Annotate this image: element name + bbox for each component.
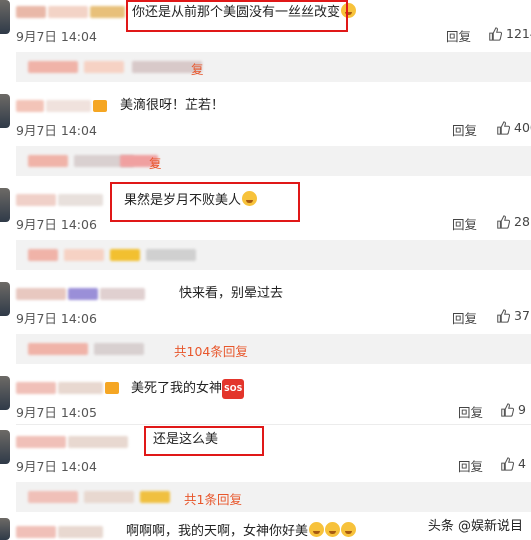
comment-text: 美死了我的女神 SOS — [131, 379, 245, 399]
highlight-box — [110, 182, 300, 222]
like-button[interactable]: 1214 — [488, 26, 531, 41]
like-count: 37 — [514, 308, 530, 323]
comment-text: 啊啊啊，我的天啊，女神你好美 — [126, 522, 357, 540]
like-count: 400 — [514, 120, 531, 135]
like-count: 4 — [518, 456, 526, 471]
reply-count-link[interactable]: 共1条回复 — [184, 489, 242, 508]
reply-button[interactable]: 回复 — [446, 26, 471, 45]
username-blurred[interactable] — [16, 434, 128, 450]
like-button[interactable]: 4 — [500, 456, 526, 471]
avatar[interactable] — [0, 376, 10, 410]
avatar[interactable] — [0, 0, 10, 34]
sub-replies[interactable] — [16, 240, 531, 270]
thumbs-up-icon — [489, 26, 502, 41]
sos-emoji-icon: SOS — [222, 379, 245, 399]
comment-item: 美死了我的女神 SOS 9月7日 14:05 回复 9 — [0, 376, 531, 424]
highlight-box — [144, 426, 264, 456]
like-count: 9 — [518, 402, 526, 417]
comment-item: 美滴很呀！芷若！ 9月7日 14:04 回复 400 — [0, 94, 531, 142]
comment-text: 快来看，别晕过去 — [179, 286, 284, 301]
comment-item: 快来看，别晕过去 9月7日 14:06 回复 37 — [0, 282, 531, 330]
reply-button[interactable]: 回复 — [458, 402, 483, 421]
divider — [16, 424, 531, 425]
laugh-emoji-icon — [325, 522, 341, 537]
like-count: 1214 — [506, 26, 531, 41]
thumbs-up-icon — [501, 402, 514, 417]
watermark: 头条 @娱新说目 — [427, 519, 523, 534]
comment-text: 美滴很呀！芷若！ — [120, 98, 225, 113]
username-blurred[interactable] — [16, 4, 125, 20]
comment-date: 9月7日 14:06 — [16, 217, 97, 232]
comment-feed: 你还是从前那个美圆没有一丝丝改变 9月7日 14:04 回复 1214 复 美滴… — [0, 0, 531, 540]
reply-button[interactable]: 回复 — [452, 308, 477, 327]
avatar[interactable] — [0, 188, 10, 222]
reply-button[interactable]: 回复 — [452, 214, 477, 233]
comment-date: 9月7日 14:05 — [16, 405, 97, 420]
reply-count-link[interactable]: 共104条回复 — [174, 341, 248, 360]
like-count: 28 — [514, 214, 530, 229]
like-button[interactable]: 37 — [496, 308, 530, 323]
comment-date: 9月7日 14:06 — [16, 311, 97, 326]
comment-item: 果然是岁月不败美人 9月7日 14:06 回复 28 — [0, 182, 531, 236]
comment-date: 9月7日 14:04 — [16, 459, 97, 474]
reply-count-link[interactable]: 复 — [191, 59, 204, 78]
avatar[interactable] — [0, 282, 10, 316]
username-blurred[interactable] — [16, 524, 103, 540]
reply-count-link[interactable]: 复 — [149, 153, 162, 172]
avatar[interactable] — [0, 94, 10, 128]
username-blurred[interactable] — [16, 98, 107, 114]
laugh-emoji-icon — [309, 522, 325, 537]
sub-replies[interactable]: 复 — [16, 146, 531, 176]
thumbs-up-icon — [497, 214, 510, 229]
username-blurred[interactable] — [16, 380, 119, 396]
highlight-box — [126, 0, 348, 32]
comment-date: 9月7日 14:04 — [16, 123, 97, 138]
username-blurred[interactable] — [16, 192, 103, 208]
comment-item: 你还是从前那个美圆没有一丝丝改变 9月7日 14:04 回复 1214 — [0, 0, 531, 60]
thumbs-up-icon — [497, 308, 510, 323]
like-button[interactable]: 400 — [496, 120, 531, 135]
thumbs-up-icon — [497, 120, 510, 135]
comment-date: 9月7日 14:04 — [16, 29, 97, 44]
username-blurred[interactable] — [16, 286, 145, 302]
reply-button[interactable]: 回复 — [458, 456, 483, 475]
sub-replies[interactable]: 复 — [16, 52, 531, 82]
avatar[interactable] — [0, 518, 10, 540]
like-button[interactable]: 9 — [500, 402, 526, 417]
avatar[interactable] — [0, 430, 10, 464]
laugh-emoji-icon — [341, 522, 357, 537]
sub-replies[interactable]: 共1条回复 — [16, 482, 531, 512]
sub-replies[interactable]: 共104条回复 — [16, 334, 531, 364]
like-button[interactable]: 28 — [496, 214, 530, 229]
thumbs-up-icon — [501, 456, 514, 471]
reply-button[interactable]: 回复 — [452, 120, 477, 139]
comment-item: 还是这么美 9月7日 14:04 回复 4 — [0, 426, 531, 478]
